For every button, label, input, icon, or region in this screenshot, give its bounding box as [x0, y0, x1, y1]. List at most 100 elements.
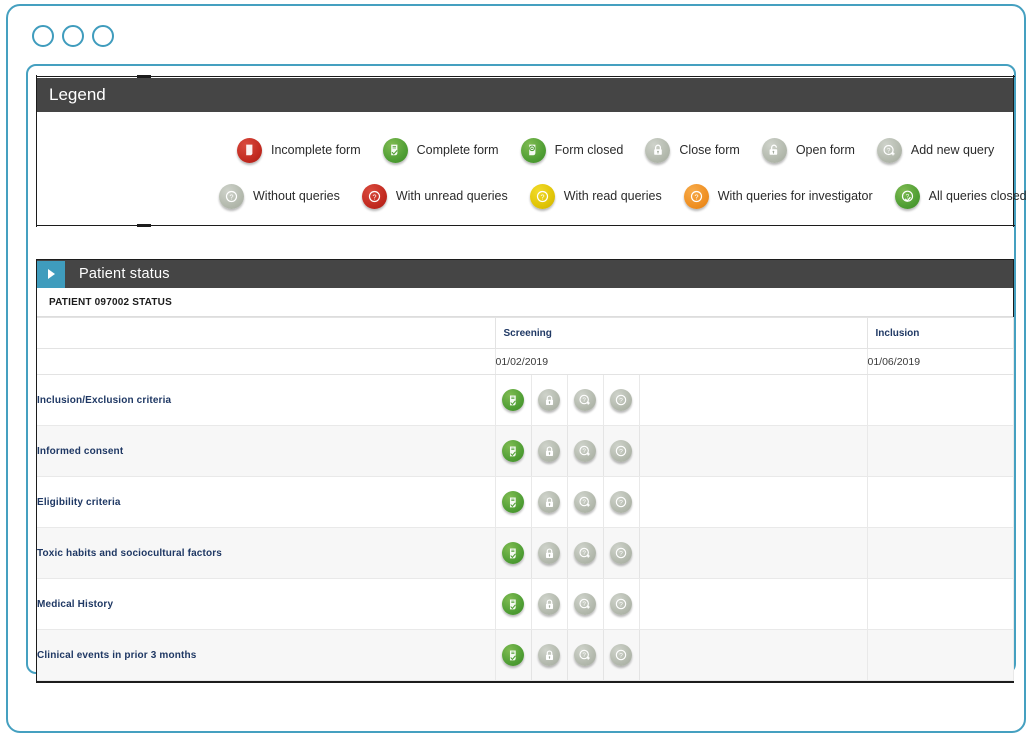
complete-form-icon[interactable]	[502, 389, 524, 411]
svg-text:?: ?	[372, 192, 376, 201]
legend-label: Complete form	[416, 143, 499, 157]
close-form-icon[interactable]	[538, 491, 560, 513]
table-row: Toxic habits and sociocultural factors ?…	[37, 527, 1014, 579]
browser-window-frame: Legend Incomplete form Complete form For…	[6, 4, 1027, 733]
expand-collapse-button[interactable]	[37, 260, 65, 288]
icon-slot[interactable]: ?	[568, 630, 604, 680]
close-form-icon[interactable]	[538, 389, 560, 411]
legend-item-open-form: Open form	[761, 137, 855, 163]
inclusion-icons-cell	[867, 425, 1014, 477]
legend-item-complete-form: Complete form	[382, 137, 499, 163]
add-new-query-icon[interactable]: ?	[574, 491, 596, 513]
close-form-icon[interactable]	[538, 593, 560, 615]
complete-form-icon[interactable]	[502, 593, 524, 615]
add-new-query-icon[interactable]: ?	[574, 644, 596, 666]
icon-slot[interactable]: ?	[568, 477, 604, 527]
legend-label: Add new query	[910, 143, 995, 157]
icon-slot[interactable]: ?	[604, 630, 640, 680]
complete-form-icon[interactable]	[502, 440, 524, 462]
without-queries-icon[interactable]: ?	[610, 440, 632, 462]
legend-label: All queries closed	[928, 189, 1027, 203]
icon-slot[interactable]	[496, 375, 532, 425]
legend-item-with-queries-for-investigator: ? With queries for investigator	[683, 183, 873, 209]
icon-slot[interactable]: ?	[604, 477, 640, 527]
icon-slot[interactable]	[532, 426, 568, 476]
patient-status-panel: Patient status PATIENT 097002 STATUS Scr…	[36, 259, 1014, 683]
legend-title: Legend	[37, 78, 1013, 112]
without-queries-icon[interactable]: ?	[610, 491, 632, 513]
inclusion-icons-cell	[867, 374, 1014, 426]
legend-label: Without queries	[253, 189, 340, 203]
legend-label: Form closed	[554, 143, 624, 157]
icon-strip: ? ?	[496, 579, 867, 629]
icon-slot[interactable]	[532, 579, 568, 629]
legend-item-without-queries: ? Without queries	[219, 183, 340, 209]
icon-slot[interactable]	[532, 528, 568, 578]
svg-text:?: ?	[619, 551, 623, 558]
without-queries-icon[interactable]: ?	[610, 389, 632, 411]
complete-form-icon[interactable]	[502, 491, 524, 513]
screening-icons-cell: ? ?	[495, 374, 868, 426]
svg-text:?: ?	[230, 192, 234, 201]
icon-slot[interactable]: ?	[568, 375, 604, 425]
icon-slot[interactable]: ?	[568, 426, 604, 476]
icon-slot[interactable]: ?	[604, 579, 640, 629]
add-new-query-icon[interactable]: ?	[574, 440, 596, 462]
patient-status-header: Patient status	[37, 259, 1013, 288]
inclusion-icons-cell	[867, 578, 1014, 630]
complete-form-icon[interactable]	[502, 542, 524, 564]
add-new-query-icon: ?	[876, 137, 902, 163]
icon-slot[interactable]	[532, 630, 568, 680]
icon-slot[interactable]: ?	[604, 426, 640, 476]
icon-slot[interactable]: ?	[568, 528, 604, 578]
screening-icons-cell: ? ?	[495, 578, 868, 630]
table-row: Clinical events in prior 3 months ? ?	[37, 629, 1014, 681]
all-queries-closed-icon: ?	[894, 183, 920, 209]
add-new-query-icon[interactable]: ?	[574, 542, 596, 564]
form-name: Clinical events in prior 3 months	[37, 629, 496, 681]
icon-strip: ? ?	[496, 528, 867, 578]
icon-slot[interactable]	[496, 426, 532, 476]
patient-status-subtitle: PATIENT 097002 STATUS	[37, 288, 1013, 317]
icon-slot[interactable]	[496, 528, 532, 578]
window-dot-1[interactable]	[32, 25, 54, 47]
close-form-icon[interactable]	[538, 440, 560, 462]
icon-slot[interactable]	[532, 375, 568, 425]
add-new-query-icon[interactable]: ?	[574, 593, 596, 615]
legend-label: With unread queries	[395, 189, 508, 203]
legend-label: Close form	[679, 143, 740, 157]
window-controls	[32, 25, 114, 47]
form-name: Medical History	[37, 578, 496, 630]
legend-item-with-unread-queries: ? With unread queries	[361, 183, 508, 209]
complete-form-icon[interactable]	[502, 644, 524, 666]
add-new-query-icon[interactable]: ?	[574, 389, 596, 411]
patient-status-table: Screening Inclusion 01/02/2019 01/06/201…	[37, 317, 1014, 681]
form-closed-icon	[520, 137, 546, 163]
window-dot-3[interactable]	[92, 25, 114, 47]
svg-text:?: ?	[619, 398, 623, 405]
close-form-icon[interactable]	[538, 644, 560, 666]
close-form-icon	[645, 137, 671, 163]
inclusion-icons-cell	[867, 629, 1014, 681]
svg-text:?: ?	[619, 602, 623, 609]
without-queries-icon[interactable]: ?	[610, 593, 632, 615]
window-dot-2[interactable]	[62, 25, 84, 47]
with-read-queries-icon: ?	[529, 183, 555, 209]
open-form-icon	[761, 137, 787, 163]
with-queries-for-investigator-icon: ?	[683, 183, 709, 209]
icon-slot[interactable]	[496, 579, 532, 629]
legend-bottom-border	[37, 224, 1015, 227]
screening-icons-cell: ? ?	[495, 425, 868, 477]
icon-slot[interactable]: ?	[568, 579, 604, 629]
without-queries-icon[interactable]: ?	[610, 644, 632, 666]
icon-slot[interactable]	[496, 477, 532, 527]
without-queries-icon: ?	[219, 183, 244, 209]
icon-slot[interactable]: ?	[604, 375, 640, 425]
legend-item-close-form: Close form	[645, 137, 740, 163]
legend-label: Open form	[795, 143, 855, 157]
icon-slot[interactable]	[532, 477, 568, 527]
icon-slot[interactable]: ?	[604, 528, 640, 578]
without-queries-icon[interactable]: ?	[610, 542, 632, 564]
icon-slot[interactable]	[496, 630, 532, 680]
close-form-icon[interactable]	[538, 542, 560, 564]
